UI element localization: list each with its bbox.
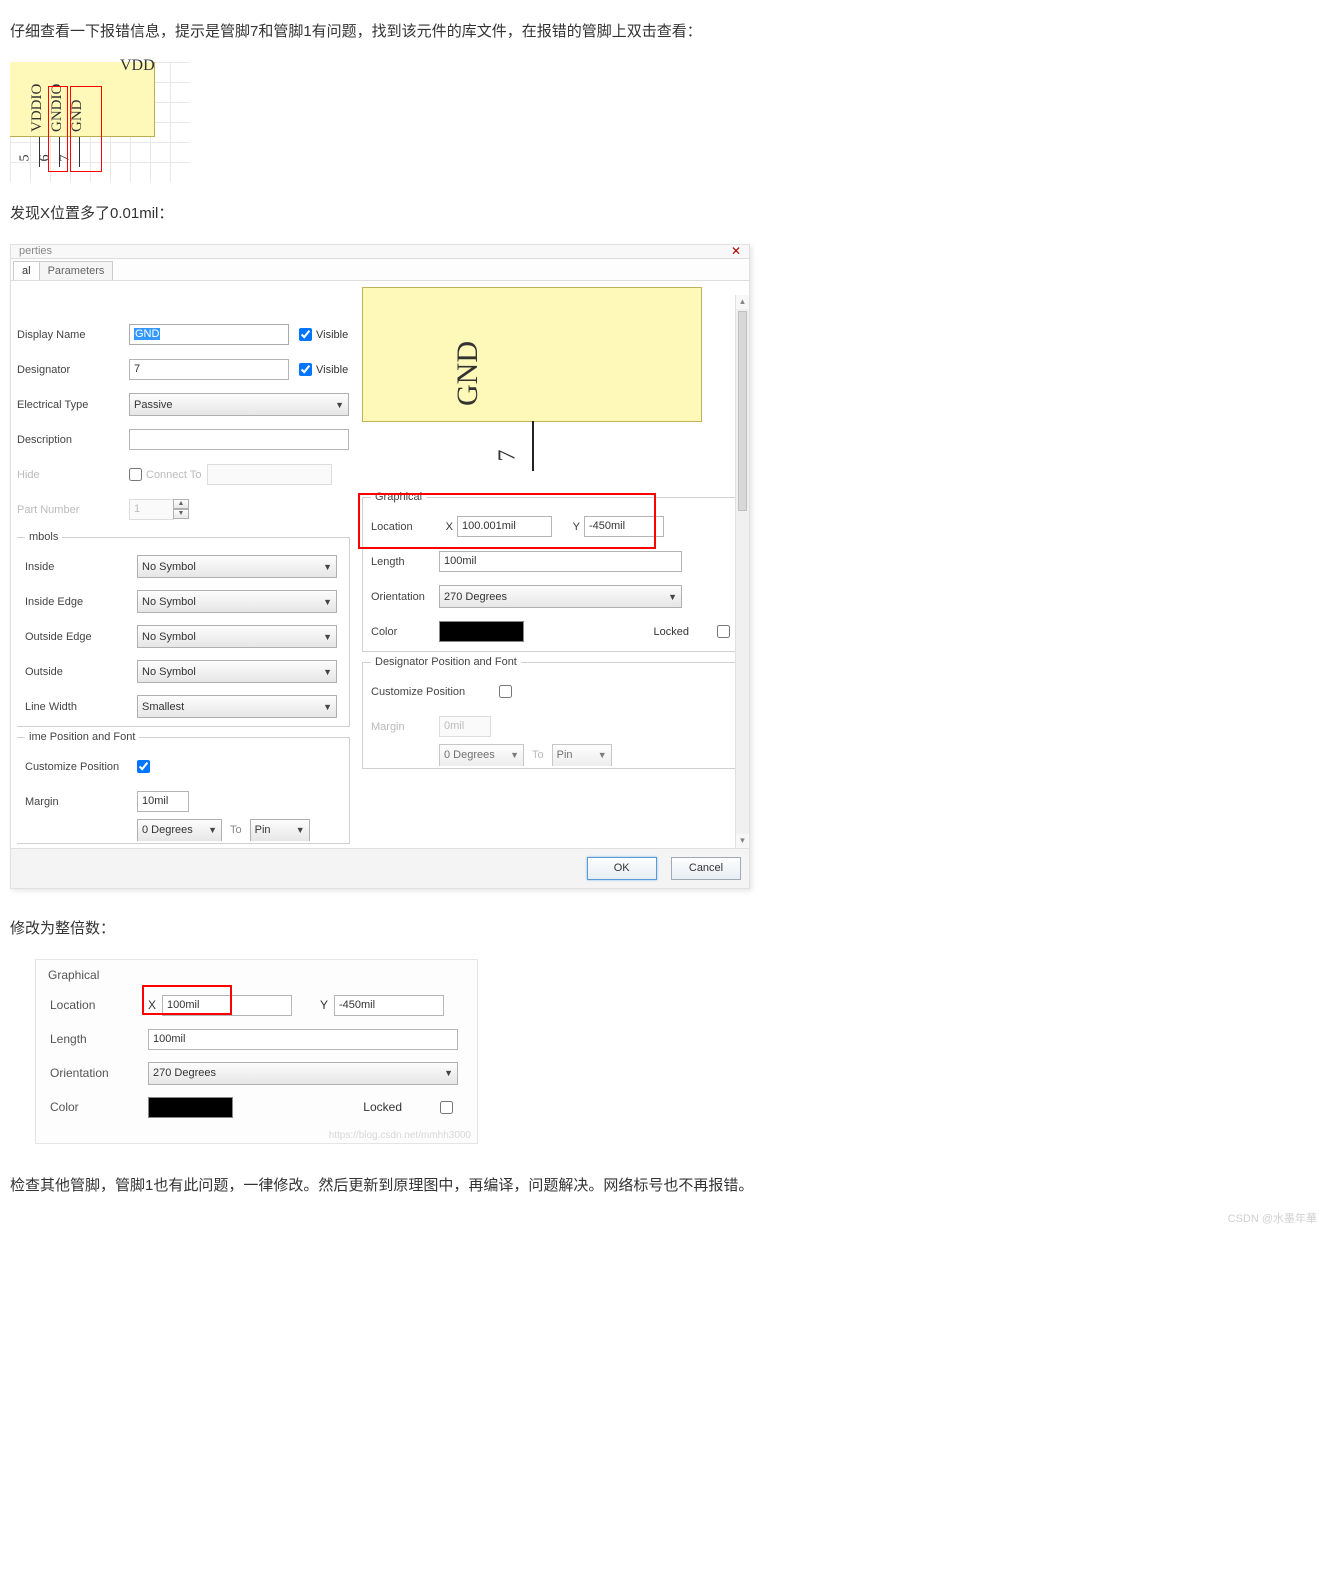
tab-strip: al Parameters (11, 259, 749, 281)
label-outside-edge: Outside Edge (25, 631, 137, 643)
close-icon[interactable]: ✕ (731, 245, 741, 257)
combo-inside-edge[interactable]: No Symbol▼ (137, 590, 337, 613)
checkbox-customize-desig-position[interactable] (499, 685, 512, 698)
preview-pin-name: GND (451, 341, 484, 406)
label-customize-position: Customize Position (25, 761, 137, 773)
preview-pin-num: 7 (495, 450, 522, 462)
label-electrical-type: Electrical Type (17, 399, 129, 411)
combo-outside-edge[interactable]: No Symbol▼ (137, 625, 337, 648)
label-designator: Designator (17, 364, 129, 376)
label-description: Description (17, 434, 129, 446)
tab-parameters[interactable]: Parameters (39, 261, 114, 280)
checkbox-locked-2[interactable] (440, 1101, 453, 1114)
paragraph-4: 检查其他管脚，管脚1也有此问题，一律修改。然后更新到原理图中，再编译，问题解决。… (10, 1174, 1323, 1198)
label-vdd: VDD (120, 57, 155, 75)
color-swatch-2[interactable] (148, 1097, 233, 1118)
combo-line-width[interactable]: Smallest▼ (137, 695, 337, 718)
cancel-button[interactable]: Cancel (671, 857, 741, 880)
label-margin: Margin (25, 796, 137, 808)
spinner-part-number[interactable]: ▲▼ (173, 499, 189, 520)
label-visible-2: Visible (316, 364, 348, 376)
graphical-fixed-box: Graphical Location X 100mil Y -450mil Le… (35, 959, 478, 1144)
pin5-name: VDDIO (29, 84, 46, 132)
group-name-position: ime Position and Font (25, 731, 139, 743)
label-length-2: Length (50, 1032, 148, 1046)
vertical-scrollbar[interactable]: ▲ ▼ (735, 295, 749, 848)
group-designator-position: Designator Position and Font (371, 656, 521, 668)
group-symbols: mbols (25, 531, 62, 543)
label-inside-edge: Inside Edge (25, 596, 137, 608)
dialog-titlebar: perties ✕ (11, 245, 749, 259)
scroll-up-icon[interactable]: ▲ (736, 295, 749, 309)
label-y-2: Y (292, 998, 328, 1012)
paragraph-1: 仔细查看一下报错信息，提示是管脚7和管脚1有问题，找到该元件的库文件，在报错的管… (10, 20, 1323, 44)
label-display-name: Display Name (17, 329, 129, 341)
combo-electrical-type[interactable]: Passive▼ (129, 393, 349, 416)
pins-diagram: VDD VDDIO GNDIO GND 5 6 7 (10, 62, 190, 182)
input-connect-to (207, 464, 332, 485)
watermark-csdn: CSDN @水墨年華 (1228, 1210, 1317, 1226)
scroll-down-icon[interactable]: ▼ (736, 834, 749, 848)
label-locked: Locked (654, 626, 689, 638)
pin-properties-dialog: perties ✕ al Parameters Display Name GND… (10, 244, 750, 889)
combo-name-orientation[interactable]: 0 Degrees▼ (137, 819, 222, 841)
label-visible-1: Visible (316, 329, 348, 341)
checkbox-customize-name-position[interactable] (137, 760, 150, 773)
combo-orientation-2[interactable]: 270 Degrees▼ (148, 1062, 458, 1085)
input-display-name[interactable]: GND (129, 324, 289, 345)
highlight-box-pin7 (70, 86, 102, 172)
checkbox-locked[interactable] (717, 625, 730, 638)
highlight-box-pin6 (48, 86, 68, 172)
label-orientation-2: Orientation (50, 1066, 148, 1080)
label-line-width: Line Width (25, 701, 137, 713)
combo-desig-to: Pin▼ (552, 744, 612, 766)
label-locked-2: Locked (363, 1100, 402, 1114)
label-to: To (230, 824, 242, 836)
preview-pin-line (532, 421, 534, 471)
combo-name-to[interactable]: Pin▼ (250, 819, 310, 841)
input-description[interactable] (129, 429, 349, 450)
checkbox-visible-name[interactable] (299, 328, 312, 341)
checkbox-visible-designator[interactable] (299, 363, 312, 376)
input-designator[interactable]: 7 (129, 359, 289, 380)
combo-desig-orientation: 0 Degrees▼ (439, 744, 524, 766)
label-orientation: Orientation (371, 591, 439, 603)
color-swatch[interactable] (439, 621, 524, 642)
tab-logical[interactable]: al (13, 261, 40, 280)
input-name-margin[interactable]: 10mil (137, 791, 189, 812)
label-outside: Outside (25, 666, 137, 678)
input-length[interactable]: 100mil (439, 551, 682, 572)
dialog-button-row: OK Cancel (11, 848, 749, 888)
label-part-number: Part Number (17, 504, 129, 516)
combo-outside[interactable]: No Symbol▼ (137, 660, 337, 683)
label-color-2: Color (50, 1100, 148, 1114)
checkbox-hide[interactable] (129, 468, 142, 481)
input-length-2[interactable]: 100mil (148, 1029, 458, 1050)
highlight-box-location (358, 493, 656, 549)
paragraph-2: 发现X位置多了0.01mil： (10, 202, 1323, 226)
scroll-thumb[interactable] (738, 311, 747, 511)
input-desig-margin: 0mil (439, 716, 491, 737)
combo-inside[interactable]: No Symbol▼ (137, 555, 337, 578)
highlight-box-x-fixed (142, 985, 232, 1015)
paragraph-3: 修改为整倍数： (10, 917, 1323, 941)
label-inside: Inside (25, 561, 137, 573)
group-graphical-2: Graphical (48, 968, 463, 982)
label-desig-margin: Margin (371, 721, 439, 733)
combo-orientation[interactable]: 270 Degrees▼ (439, 585, 682, 608)
pin-preview: GND (362, 287, 702, 422)
label-connect-to: Connect To (146, 469, 201, 481)
watermark-url: https://blog.csdn.net/mmhh3000 (36, 1128, 477, 1143)
label-color: Color (371, 626, 439, 638)
input-location-y-2[interactable]: -450mil (334, 995, 444, 1016)
dialog-title-text: perties (19, 245, 52, 257)
label-location-2: Location (50, 998, 148, 1012)
label-length: Length (371, 556, 439, 568)
input-part-number: 1 (129, 499, 174, 520)
label-hide: Hide (17, 469, 129, 481)
label-customize-desig: Customize Position (371, 686, 499, 698)
label-desig-to: To (532, 749, 544, 761)
ok-button[interactable]: OK (587, 857, 657, 880)
pin5-num: 5 (18, 155, 34, 162)
